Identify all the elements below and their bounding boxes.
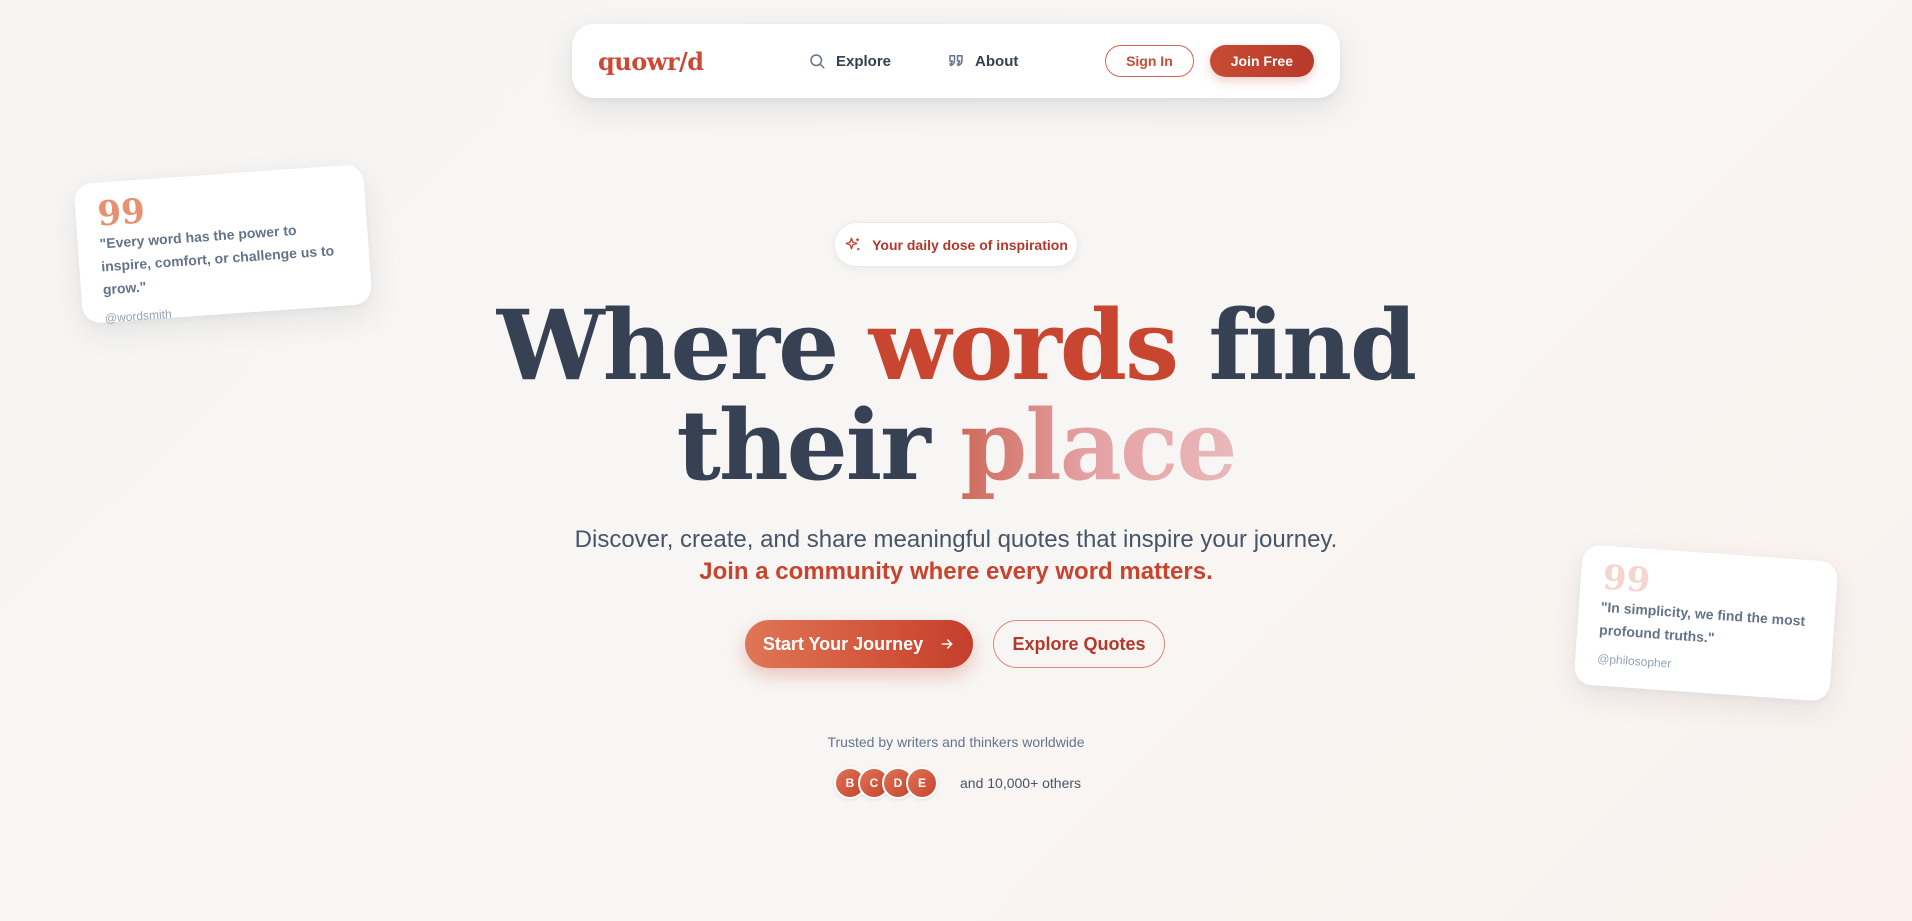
headline-text: their <box>676 389 961 502</box>
headline-text: Where <box>496 289 869 402</box>
avatar: E <box>906 767 938 799</box>
inspiration-badge: Your daily dose of inspiration <box>834 222 1078 267</box>
nav-actions: Sign In Join Free <box>1105 24 1314 98</box>
others-count: and 10,000+ others <box>960 775 1082 791</box>
logo[interactable]: quowr/d <box>598 47 704 76</box>
quote-card-text: "In simplicity, we find the most profoun… <box>1598 598 1806 646</box>
sparkle-icon <box>845 237 860 250</box>
nav-link-explore[interactable]: Explore <box>808 52 891 70</box>
sign-in-button[interactable]: Sign In <box>1105 45 1194 77</box>
arrow-right-icon <box>941 639 953 649</box>
hero-subtitle: Discover, create, and share meaningful q… <box>574 526 1338 553</box>
start-journey-label: Start Your Journey <box>762 633 924 654</box>
quote-icon <box>949 55 963 67</box>
join-free-button[interactable]: Join Free <box>1209 45 1314 77</box>
headline-accent-words: words <box>868 289 1179 402</box>
nav-link-label: About <box>975 52 1019 70</box>
nav-link-label: Explore <box>836 52 892 70</box>
explore-quotes-button[interactable]: Explore Quotes <box>993 620 1165 668</box>
hero-headline: Where words find their place <box>0 296 1912 496</box>
search-icon <box>810 54 825 69</box>
nav-link-about[interactable]: About <box>947 52 1018 70</box>
headline-accent-place: place <box>960 389 1237 502</box>
headline-text: find <box>1177 289 1417 402</box>
page: quowr/d Explore About Sign In Join Free … <box>0 0 1912 921</box>
top-navbar: quowr/d Explore About Sign In Join Free <box>572 24 1340 98</box>
start-journey-button[interactable]: Start Your Journey <box>745 620 973 668</box>
avatars-row: B C D E and 10,000+ others <box>834 767 1081 799</box>
hero-subtitle-accent: Join a community where every word matter… <box>699 558 1213 585</box>
quote-card-author: @philosopher <box>1596 651 1672 671</box>
badge-label: Your daily dose of inspiration <box>872 236 1068 253</box>
cta-row: Start Your Journey Explore Quotes <box>745 620 1165 668</box>
nav-links: Explore About <box>808 24 1018 98</box>
trusted-text: Trusted by writers and thinkers worldwid… <box>827 734 1085 750</box>
